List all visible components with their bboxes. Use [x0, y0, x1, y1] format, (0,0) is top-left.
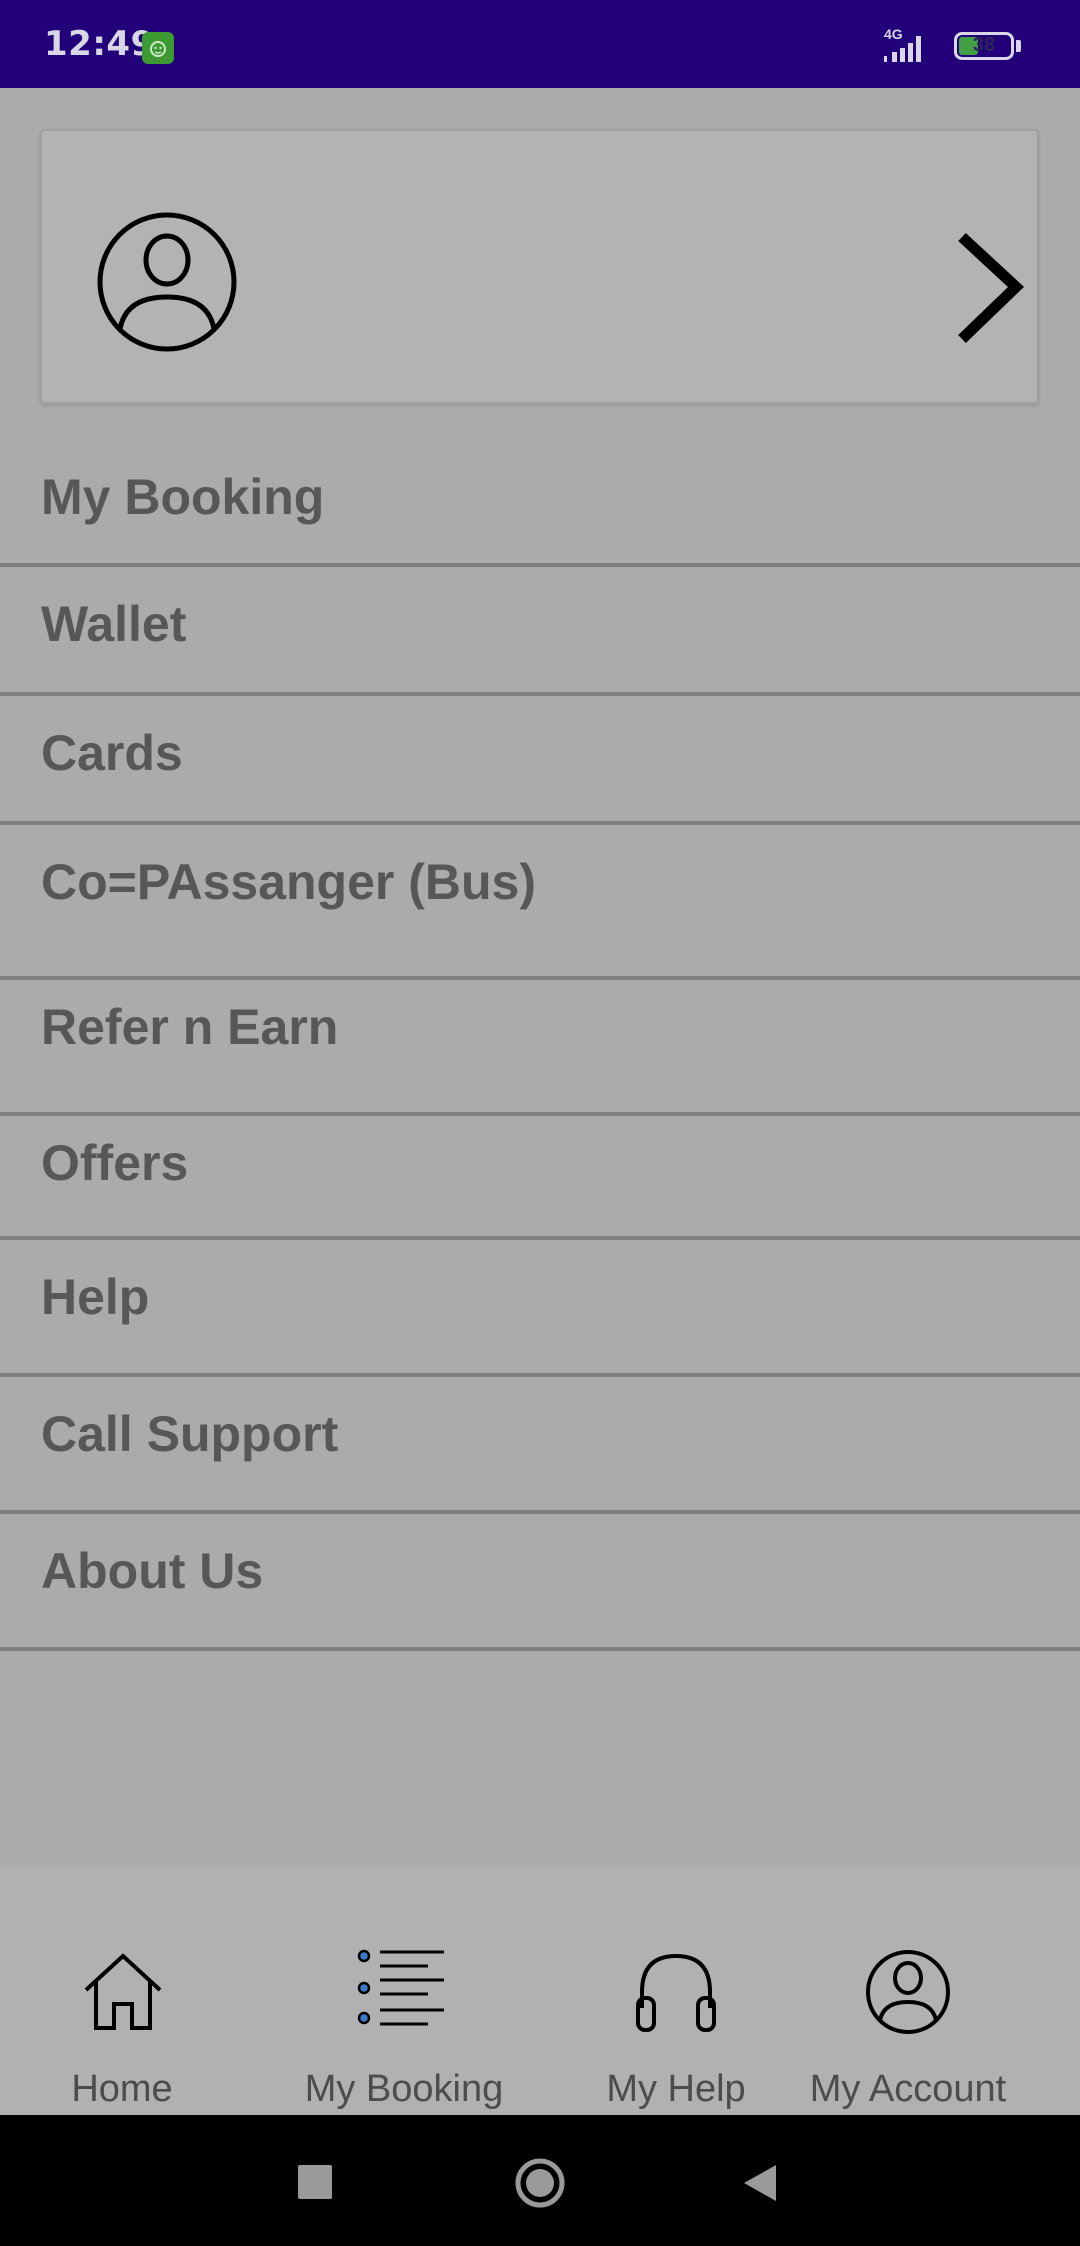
menu-item-label: Help — [41, 1269, 150, 1325]
recents-button[interactable] — [298, 2165, 332, 2199]
bottom-navigation: Home My Booking My Help My Account — [0, 1868, 1080, 2115]
headphones-icon — [636, 1953, 716, 2032]
menu-item-call-support[interactable]: Call Support — [0, 1377, 1080, 1514]
menu-item-label: Co=PAssanger (Bus) — [41, 854, 537, 910]
nav-item-home[interactable]: Home — [22, 1868, 222, 2115]
menu-item-wallet[interactable]: Wallet — [0, 567, 1080, 696]
menu-item-co-passenger[interactable]: Co=PAssanger (Bus) — [0, 825, 1080, 980]
status-bar: 12:49 4G 38 — [0, 0, 1080, 88]
system-navigation-bar — [0, 2115, 1080, 2246]
menu-item-about-us[interactable]: About Us — [0, 1514, 1080, 1651]
menu-item-offers[interactable]: Offers — [0, 1116, 1080, 1240]
battery-level: 38 — [972, 34, 996, 56]
chevron-right-icon[interactable] — [954, 231, 1026, 347]
profile-card[interactable] — [40, 129, 1039, 404]
user-avatar-icon — [97, 212, 237, 352]
home-icon — [84, 1953, 162, 2030]
menu-item-help[interactable]: Help — [0, 1240, 1080, 1377]
battery-icon: 38 — [954, 32, 1014, 60]
nav-label: My Help — [606, 2068, 746, 2110]
status-time: 12:49 — [44, 24, 155, 64]
menu-item-label: Refer n Earn — [41, 999, 339, 1055]
menu-item-cards[interactable]: Cards — [0, 696, 1080, 825]
menu-item-label: About Us — [41, 1543, 264, 1599]
nav-item-my-account[interactable]: My Account — [798, 1868, 1018, 2115]
nav-label: My Booking — [304, 2068, 504, 2110]
back-button[interactable] — [740, 2163, 780, 2203]
android-robot-icon — [142, 32, 174, 64]
nav-label: My Account — [809, 2068, 1007, 2110]
menu-item-label: Cards — [41, 725, 183, 781]
menu-item-label: My Booking — [41, 469, 325, 525]
account-icon — [866, 1950, 950, 2034]
nav-item-my-booking[interactable]: My Booking — [286, 1868, 522, 2115]
battery-tip — [1016, 40, 1021, 52]
nav-label: Home — [71, 2068, 173, 2110]
signal-icon — [884, 36, 921, 62]
home-button[interactable] — [514, 2157, 566, 2209]
menu-item-label: Call Support — [41, 1406, 339, 1462]
list-icon — [357, 1949, 444, 2026]
nav-item-my-help[interactable]: My Help — [570, 1868, 782, 2115]
menu-item-my-booking[interactable]: My Booking — [0, 460, 1080, 567]
menu-item-refer-n-earn[interactable]: Refer n Earn — [0, 980, 1080, 1116]
menu-item-label: Wallet — [41, 596, 187, 652]
menu-item-label: Offers — [41, 1135, 189, 1191]
